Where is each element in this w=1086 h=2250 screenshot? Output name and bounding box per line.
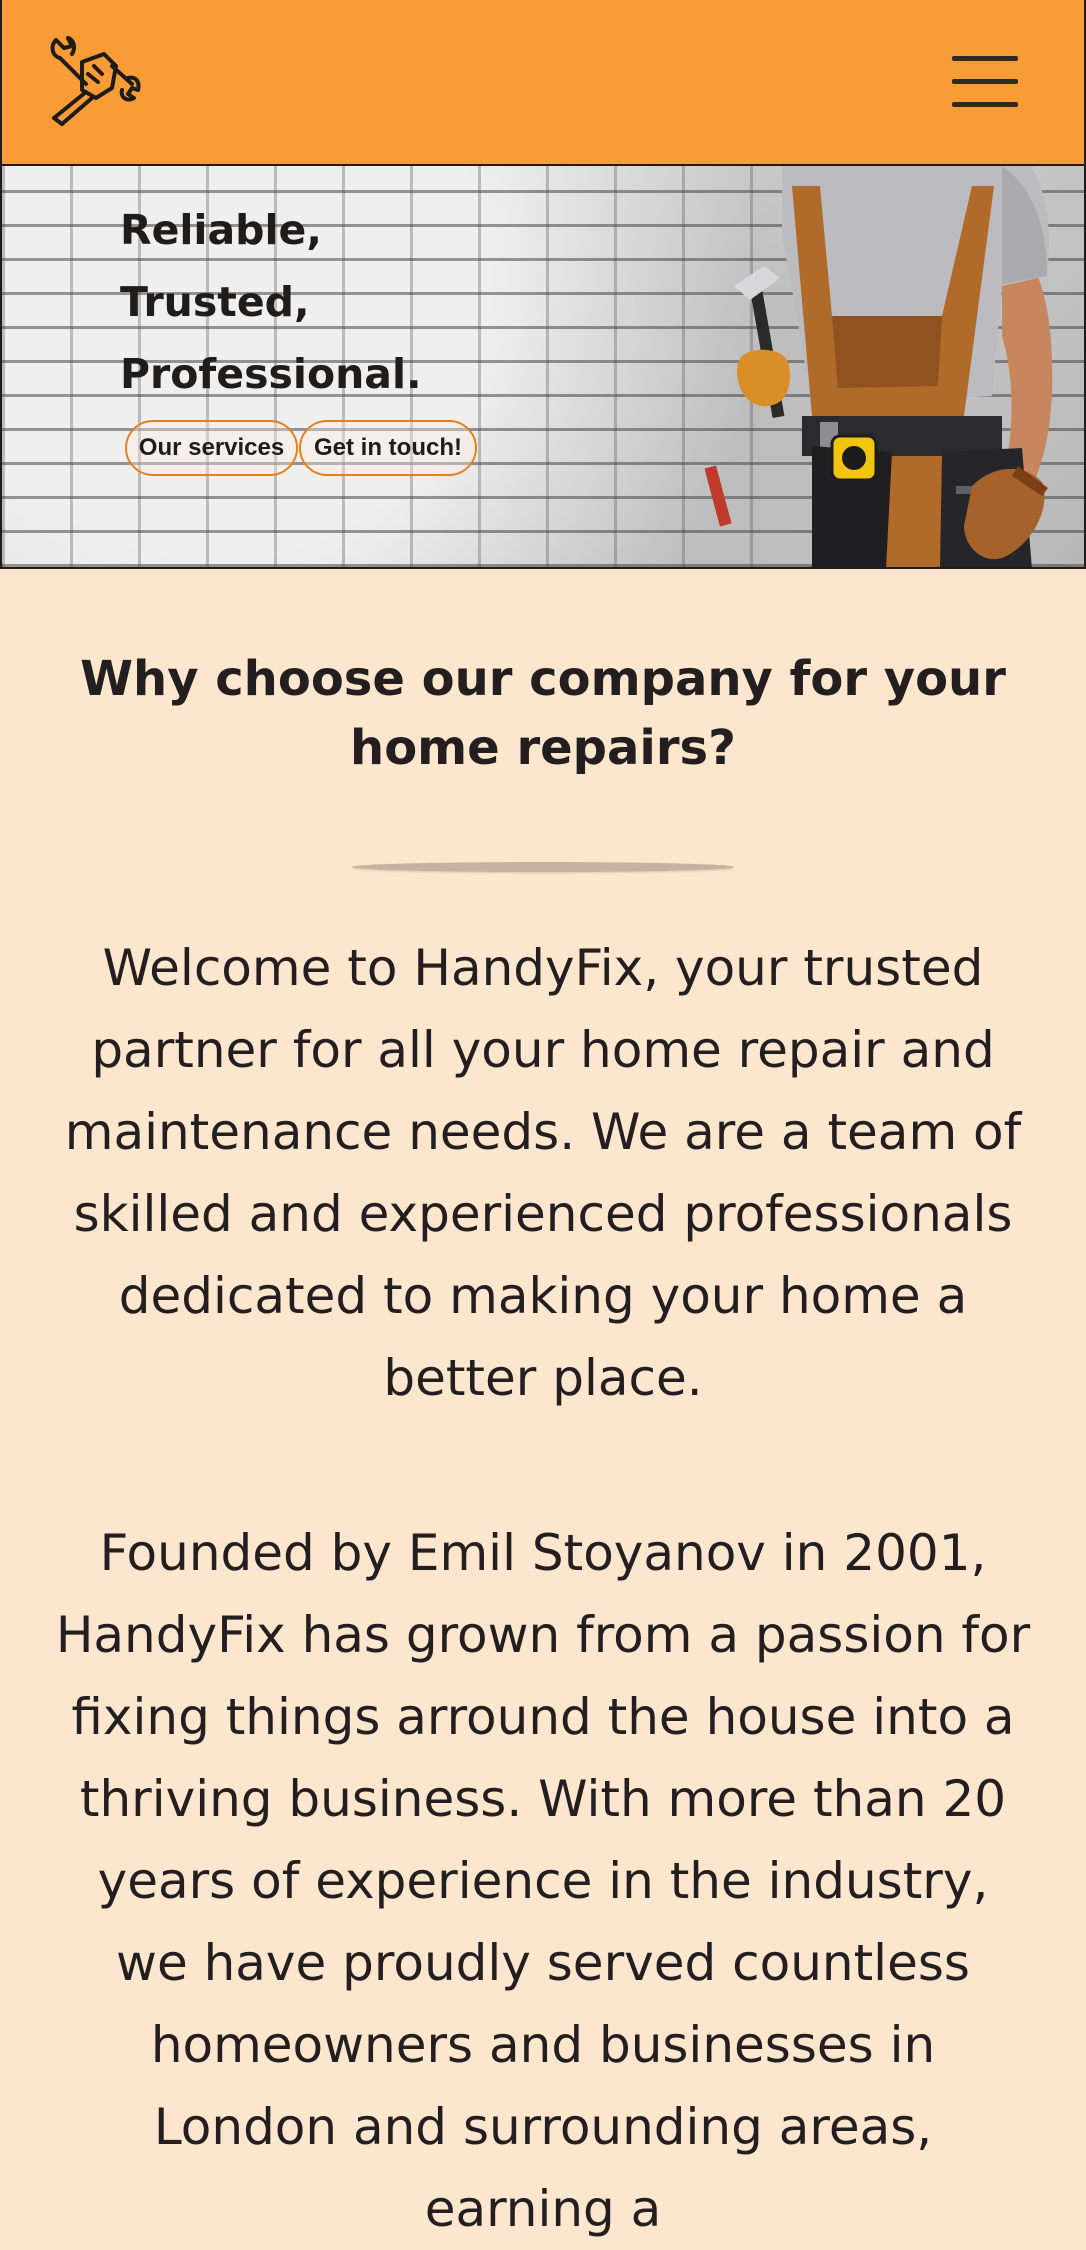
hamburger-menu-icon[interactable]	[952, 56, 1018, 108]
intro-paragraph: Welcome to HandyFix, your trusted partne…	[64, 939, 1022, 1407]
site-header	[0, 0, 1086, 166]
handyman-logo-icon[interactable]	[42, 32, 146, 132]
hero-heading: Reliable, Trusted, Professional.	[120, 194, 422, 410]
hero-heading-line: Reliable,	[120, 206, 322, 254]
menu-line	[952, 79, 1018, 84]
hero-banner: Reliable, Trusted, Professional. Our ser…	[0, 166, 1086, 569]
history-paragraph: Founded by Emil Stoyanov in 2001, HandyF…	[55, 1524, 1031, 2238]
our-services-button[interactable]: Our services	[125, 420, 298, 476]
menu-line	[952, 102, 1018, 107]
get-in-touch-button[interactable]: Get in touch!	[299, 420, 477, 476]
hero-heading-line: Trusted,	[120, 278, 310, 326]
section-title: Why choose our company for your home rep…	[80, 651, 1006, 776]
handyman-with-tools-image	[704, 166, 1053, 567]
hero-heading-line: Professional.	[120, 350, 422, 398]
section-divider	[352, 862, 734, 872]
menu-line	[952, 56, 1018, 61]
